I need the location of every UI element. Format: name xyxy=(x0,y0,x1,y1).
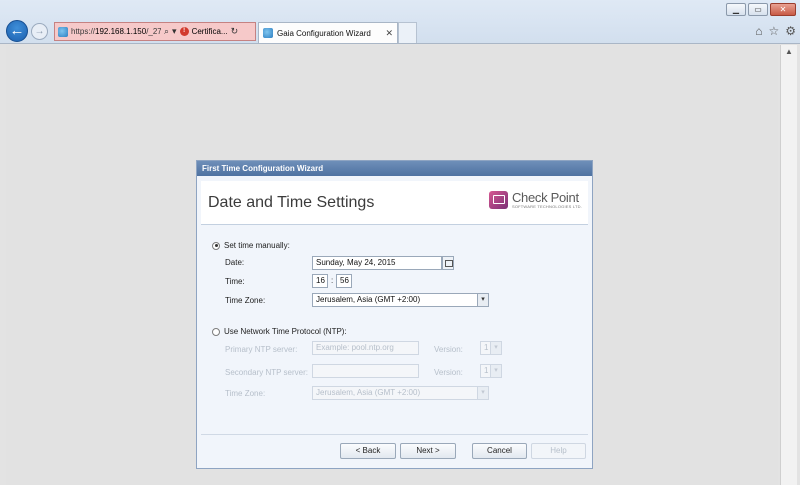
tab-close-icon[interactable]: ✕ xyxy=(385,28,393,39)
set-time-manually-label: Set time manually: xyxy=(224,241,290,250)
secondary-version-label: Version: xyxy=(434,368,463,377)
browser-toolbar: ⌂ ☆ ⚙ xyxy=(755,24,796,38)
help-button[interactable]: Help xyxy=(531,443,586,459)
url-host: 192.168.1.150 xyxy=(95,27,147,36)
close-window-button[interactable]: ✕ xyxy=(770,3,796,16)
calendar-icon[interactable] xyxy=(442,256,454,270)
back-button[interactable]: ← xyxy=(6,20,28,42)
new-tab-button[interactable] xyxy=(398,22,417,43)
certificate-error-icon[interactable]: ! xyxy=(179,27,189,36)
date-label: Date: xyxy=(225,258,245,267)
time-separator: : xyxy=(331,276,334,285)
use-ntp-option[interactable]: Use Network Time Protocol (NTP): xyxy=(212,327,347,336)
set-time-manually-radio[interactable] xyxy=(212,241,220,250)
chevron-down-icon[interactable]: ▾ xyxy=(477,294,488,306)
primary-version-label: Version: xyxy=(434,345,463,354)
window-controls: ▁ ▭ ✕ xyxy=(726,3,796,16)
primary-ntp-label: Primary NTP server: xyxy=(225,345,298,354)
certificate-error-label[interactable]: Certifica... xyxy=(192,27,228,36)
primary-ntp-field[interactable]: Example: pool.ntp.org xyxy=(312,341,419,355)
set-time-manually-option[interactable]: Set time manually: xyxy=(212,241,290,250)
tab-gaia-wizard[interactable]: Gaia Configuration Wizard ✕ xyxy=(258,22,398,43)
url-path: /_27 xyxy=(146,27,161,36)
minute-field[interactable]: 56 xyxy=(336,274,352,288)
hour-field[interactable]: 16 xyxy=(312,274,328,288)
back-arrow-icon: ← xyxy=(9,22,25,39)
browser-chrome: ▁ ▭ ✕ ← → https://192.168.1.150/_27 ⌕ ▾ … xyxy=(0,0,800,44)
wizard-header: Date and Time Settings Check Point SOFTW… xyxy=(201,181,588,225)
search-icon[interactable]: ⌕ xyxy=(164,26,169,37)
url-scheme: https:// xyxy=(71,27,96,36)
dropdown-icon[interactable]: ▾ xyxy=(172,26,177,37)
scroll-up-icon[interactable]: ▲ xyxy=(781,45,797,59)
vertical-scrollbar[interactable]: ▲ xyxy=(780,45,797,485)
forward-button[interactable]: → xyxy=(31,23,48,40)
home-icon[interactable]: ⌂ xyxy=(755,24,762,38)
date-time-form: Set time manually: Date: Sunday, May 24,… xyxy=(197,229,594,429)
secondary-version-select[interactable]: 1 ▾ xyxy=(480,364,502,378)
minimize-button[interactable]: ▁ xyxy=(726,3,746,16)
wizard-title-bar: First Time Configuration Wizard xyxy=(197,161,592,176)
ie-page-icon xyxy=(58,26,68,37)
chevron-down-icon[interactable]: ▾ xyxy=(490,365,501,377)
ie-tab-icon xyxy=(263,28,273,38)
next-button[interactable]: Next > xyxy=(400,443,456,459)
secondary-ntp-field[interactable] xyxy=(312,364,419,378)
use-ntp-label: Use Network Time Protocol (NTP): xyxy=(224,327,347,336)
page-title: Date and Time Settings xyxy=(208,194,375,211)
cancel-button[interactable]: Cancel xyxy=(472,443,527,459)
logo-name: Check Point xyxy=(511,190,579,205)
gear-icon[interactable]: ⚙ xyxy=(785,24,796,38)
ntp-timezone-select[interactable]: Jerusalem, Asia (GMT +2:00) ▾ xyxy=(312,386,489,400)
address-bar[interactable]: https://192.168.1.150/_27 ⌕ ▾ ! Certific… xyxy=(54,22,256,41)
chevron-down-icon[interactable]: ▾ xyxy=(477,387,488,399)
maximize-button[interactable]: ▭ xyxy=(748,3,768,16)
check-point-logo-icon xyxy=(488,191,508,209)
star-icon[interactable]: ☆ xyxy=(768,24,779,38)
check-point-logo: Check Point SOFTWARE TECHNOLOGIES LTD. xyxy=(488,190,582,209)
timezone-label: Time Zone: xyxy=(225,296,266,305)
primary-version-select[interactable]: 1 ▾ xyxy=(480,341,502,355)
secondary-ntp-label: Secondary NTP server: xyxy=(225,368,308,377)
url-text[interactable]: https://192.168.1.150/_27 xyxy=(71,27,161,36)
back-step-button[interactable]: < Back xyxy=(340,443,396,459)
tab-title: Gaia Configuration Wizard xyxy=(277,28,371,38)
ntp-timezone-value: Jerusalem, Asia (GMT +2:00) xyxy=(316,388,421,397)
forward-arrow-icon: → xyxy=(34,26,45,37)
chevron-down-icon[interactable]: ▾ xyxy=(490,342,501,354)
timezone-value: Jerusalem, Asia (GMT +2:00) xyxy=(316,295,421,304)
primary-version-value: 1 xyxy=(484,343,489,352)
date-field[interactable]: Sunday, May 24, 2015 xyxy=(312,256,442,270)
secondary-version-value: 1 xyxy=(484,366,489,375)
refresh-icon[interactable]: ↻ xyxy=(231,26,239,37)
ntp-timezone-label: Time Zone: xyxy=(225,389,266,398)
logo-subtitle: SOFTWARE TECHNOLOGIES LTD. xyxy=(511,204,582,209)
time-label: Time: xyxy=(225,277,245,286)
configuration-wizard: First Time Configuration Wizard Date and… xyxy=(196,160,593,469)
use-ntp-radio[interactable] xyxy=(212,327,220,336)
wizard-footer: < Back Next > Cancel Help xyxy=(201,434,588,464)
timezone-select[interactable]: Jerusalem, Asia (GMT +2:00) ▾ xyxy=(312,293,489,307)
